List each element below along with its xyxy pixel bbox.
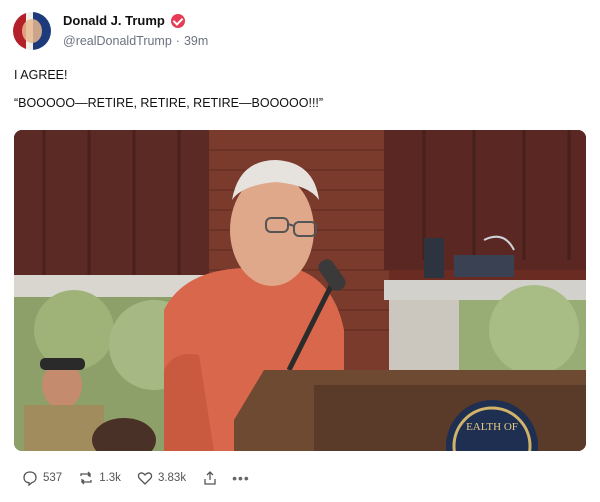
repost-button[interactable]: 1.3k bbox=[78, 470, 121, 486]
author-handle[interactable]: @realDonaldTrump bbox=[63, 34, 172, 48]
more-icon[interactable]: ••• bbox=[232, 470, 250, 486]
verified-icon bbox=[170, 13, 185, 28]
reply-count: 537 bbox=[43, 472, 63, 484]
like-count: 3.83k bbox=[157, 472, 187, 484]
like-button[interactable]: 3.83k bbox=[137, 470, 186, 486]
heart-icon bbox=[137, 472, 153, 485]
post-time[interactable]: 39m bbox=[184, 34, 208, 48]
post-text-line-2: “BOOOOO—RETIRE, RETIRE, RETIRE—BOOOOO!!!… bbox=[14, 96, 324, 110]
author-name[interactable]: Donald J. Trump bbox=[63, 13, 165, 28]
handle-row: @realDonaldTrump · 39m bbox=[63, 34, 208, 48]
action-bar: 537 1.3k 3.83k ••• bbox=[22, 470, 250, 486]
post-image[interactable]: EALTH OF bbox=[14, 130, 586, 451]
avatar[interactable] bbox=[13, 12, 51, 50]
seal-text: EALTH OF bbox=[466, 421, 518, 433]
comment-icon bbox=[23, 471, 37, 486]
avatar-face bbox=[22, 19, 42, 43]
repost-count: 1.3k bbox=[99, 472, 121, 484]
author-row: Donald J. Trump bbox=[63, 13, 185, 28]
image-scene: EALTH OF bbox=[14, 130, 586, 451]
share-button[interactable] bbox=[202, 470, 218, 486]
repost-icon bbox=[80, 471, 92, 485]
separator: · bbox=[175, 34, 180, 48]
reply-button[interactable]: 537 bbox=[22, 470, 62, 486]
post-text-line-1: I AGREE! bbox=[14, 68, 68, 82]
share-icon bbox=[204, 471, 216, 485]
